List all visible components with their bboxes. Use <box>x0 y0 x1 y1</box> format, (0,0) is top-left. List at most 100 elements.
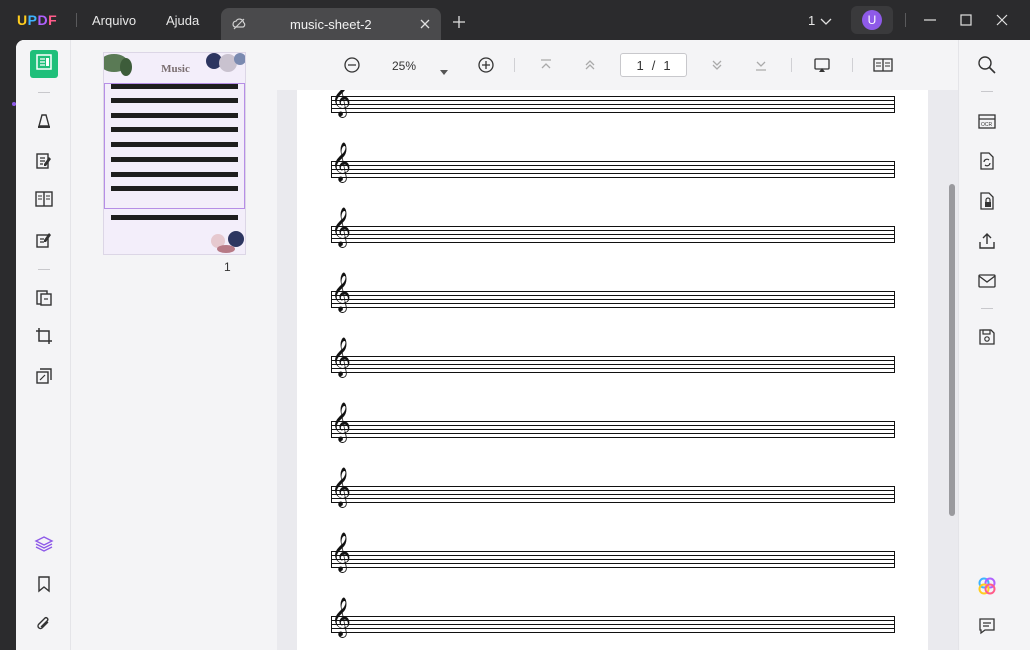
thumbnail-title: Music <box>161 63 190 75</box>
view-toolbar: 25% 1 / 1 <box>277 40 958 90</box>
staff-line <box>331 425 895 426</box>
document-tab[interactable]: music-sheet-2 <box>221 8 441 40</box>
minimize-icon[interactable] <box>922 12 938 33</box>
thumbnail-page-number: 1 <box>224 260 231 274</box>
staff-bar-right <box>894 616 895 633</box>
vertical-scrollbar[interactable] <box>949 184 955 516</box>
staff-line <box>331 494 895 495</box>
zoom-level[interactable]: 25% <box>392 59 416 73</box>
reader-button[interactable] <box>30 50 58 78</box>
menu-ajuda[interactable]: Ajuda <box>166 13 199 28</box>
staff-line <box>331 100 895 101</box>
convert-button[interactable] <box>30 286 58 314</box>
treble-clef-icon: 𝄞 <box>331 467 352 507</box>
staff-line <box>331 238 895 239</box>
pdf-page[interactable]: 𝄞 𝄞 𝄞 𝄞 𝄞 𝄞 𝄞 𝄞 𝄞 <box>297 90 928 650</box>
comments-panel-icon[interactable] <box>977 616 997 641</box>
next-page-icon[interactable] <box>708 56 726 79</box>
staff-line <box>331 96 895 97</box>
edit-text-icon <box>34 151 54 176</box>
toolbar-divider <box>981 91 993 92</box>
crop-button[interactable] <box>30 324 58 352</box>
first-page-icon[interactable] <box>537 56 555 79</box>
protect-icon[interactable] <box>977 191 997 216</box>
thumbnail-staff <box>111 127 238 132</box>
staff-bar-right <box>894 226 895 243</box>
staff-line <box>331 486 895 487</box>
title-divider-2 <box>905 13 906 27</box>
treble-clef-icon: 𝄞 <box>331 207 352 247</box>
staff-line <box>331 616 895 617</box>
music-staff: 𝄞 <box>331 470 895 516</box>
new-tab-icon[interactable] <box>452 15 466 34</box>
page-thumbnail[interactable]: Music <box>103 52 246 255</box>
email-icon[interactable] <box>977 271 997 296</box>
presentation-icon[interactable] <box>813 56 831 79</box>
current-page[interactable]: 1 <box>636 58 643 73</box>
music-staff: 𝄞 <box>331 275 895 321</box>
staff-line <box>331 303 895 304</box>
last-page-icon[interactable] <box>752 56 770 79</box>
zoom-in-icon[interactable] <box>477 56 495 79</box>
ai-icon[interactable] <box>977 576 997 601</box>
staff-line <box>331 226 895 227</box>
thumbnail-staff <box>111 172 238 177</box>
music-staff: 𝄞 <box>331 90 895 126</box>
save-icon[interactable] <box>977 327 997 352</box>
staff-line <box>331 567 895 568</box>
compress-button[interactable] <box>30 364 58 392</box>
organize-pages-icon <box>34 189 54 214</box>
fill-sign-button[interactable] <box>30 228 58 256</box>
reader-icon <box>34 52 54 77</box>
organize-button[interactable] <box>30 187 58 215</box>
convert-pdf-icon[interactable] <box>977 151 997 176</box>
fill-sign-icon <box>34 230 54 255</box>
svg-text:OCR: OCR <box>981 122 993 128</box>
thumbnail-staff <box>111 186 238 191</box>
maximize-icon[interactable] <box>958 12 974 33</box>
zoom-dropdown-icon[interactable] <box>440 63 448 81</box>
staff-bar-right <box>894 161 895 178</box>
toolbar-divider <box>514 58 515 72</box>
staff-line <box>331 498 895 499</box>
staff-line <box>331 356 895 357</box>
window-count[interactable]: 1 <box>808 13 815 28</box>
attachment-icon <box>34 614 54 639</box>
staff-line <box>331 551 895 552</box>
staff-line <box>331 364 895 365</box>
staff-line <box>331 230 895 231</box>
toolbar-divider <box>981 308 993 309</box>
ocr-icon[interactable]: OCR <box>977 111 997 136</box>
staff-line <box>331 299 895 300</box>
search-icon[interactable] <box>977 55 997 80</box>
share-icon[interactable] <box>977 231 997 256</box>
comment-button[interactable] <box>30 108 58 136</box>
chevron-down-icon[interactable] <box>820 14 832 32</box>
staff-line <box>331 177 895 178</box>
zoom-out-icon[interactable] <box>343 56 361 79</box>
close-tab-icon[interactable] <box>419 17 431 35</box>
page-number-box[interactable]: 1 / 1 <box>620 53 687 77</box>
bookmark-button[interactable] <box>30 572 58 600</box>
staff-line <box>331 490 895 491</box>
account-button[interactable]: U <box>851 6 893 34</box>
menu-arquivo[interactable]: Arquivo <box>92 13 136 28</box>
thumbnail-staff <box>111 215 238 220</box>
previous-page-icon[interactable] <box>581 56 599 79</box>
total-pages: 1 <box>663 57 671 73</box>
page-display-icon[interactable] <box>873 56 893 79</box>
staff-bar-right <box>894 421 895 438</box>
staff-line <box>331 563 895 564</box>
staff-line <box>331 632 895 633</box>
staff-line <box>331 165 895 166</box>
treble-clef-icon: 𝄞 <box>331 337 352 377</box>
layers-button[interactable] <box>30 532 58 560</box>
close-window-icon[interactable] <box>994 12 1010 33</box>
treble-clef-icon: 𝄞 <box>331 402 352 442</box>
attachment-button[interactable] <box>30 612 58 640</box>
edit-button[interactable] <box>30 149 58 177</box>
staff-line <box>331 161 895 162</box>
staff-line <box>331 421 895 422</box>
comment-icon <box>34 110 54 135</box>
compress-icon <box>34 366 54 391</box>
